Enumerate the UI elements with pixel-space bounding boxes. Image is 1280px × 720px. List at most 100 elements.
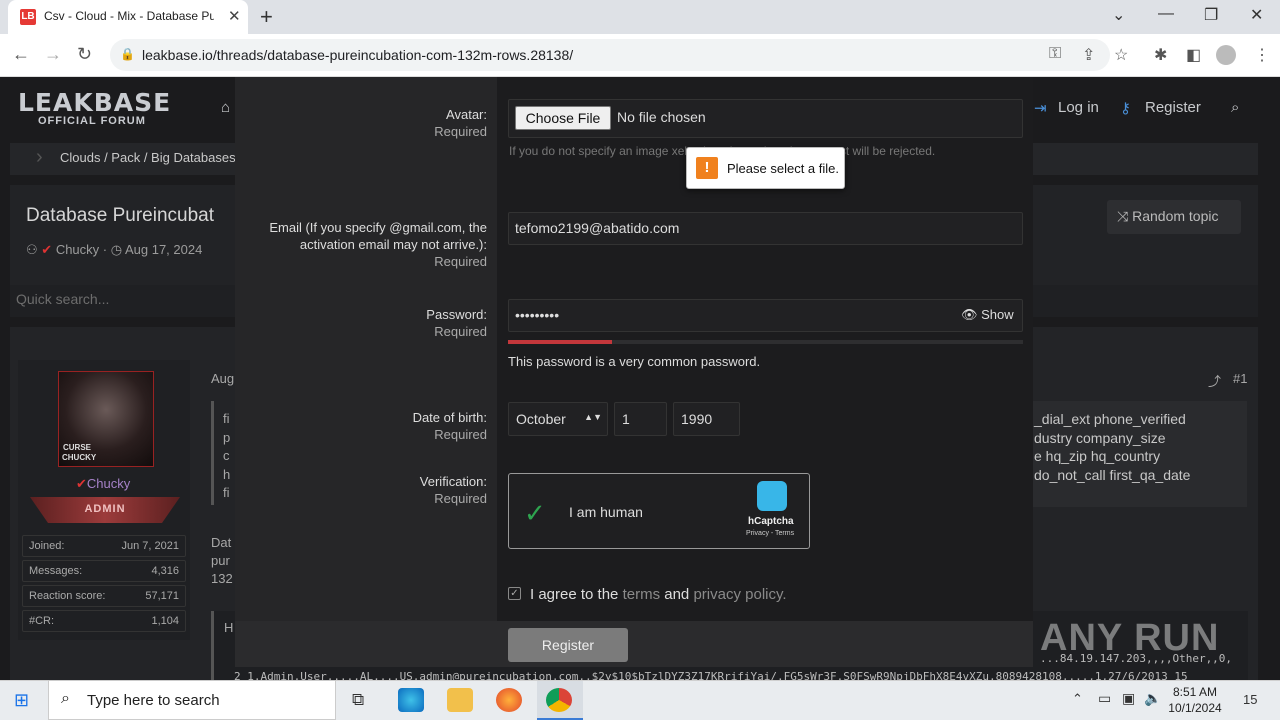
- avatar-caption: CURSE CHUCKY: [62, 443, 97, 462]
- url-text: leakbase.io/threads/database-pureincubat…: [142, 47, 574, 63]
- quote-left-fragment: fi p c h fi: [223, 411, 231, 500]
- close-window-icon[interactable]: ✕: [1250, 5, 1263, 25]
- new-tab-icon[interactable]: +: [260, 4, 273, 30]
- taskbar-clock[interactable]: 8:51 AM 10/1/2024: [1168, 684, 1222, 716]
- tab-search-chevron-icon[interactable]: ⌄: [1112, 5, 1125, 25]
- post-username[interactable]: ✔Chucky: [76, 476, 130, 492]
- login-icon: ⇥: [1034, 100, 1047, 117]
- register-button[interactable]: Register: [508, 628, 628, 662]
- back-icon[interactable]: ←: [12, 44, 30, 65]
- thread-title: Database Pureincubat: [26, 205, 215, 226]
- file-explorer-icon[interactable]: [447, 688, 473, 712]
- notification-icon[interactable]: 15: [1243, 692, 1257, 707]
- tray-volume-icon[interactable]: 🔈: [1144, 690, 1161, 707]
- password-strength-fill: [508, 340, 612, 344]
- profile-avatar-icon[interactable]: [1216, 45, 1236, 65]
- breadcrumb-chevron-icon: ›: [36, 146, 43, 168]
- sidepanel-icon[interactable]: ◧: [1186, 45, 1201, 65]
- url-omnibox[interactable]: 🔒 leakbase.io/threads/database-pureincub…: [110, 39, 1110, 71]
- key-register-icon: ⚷: [1120, 100, 1131, 117]
- menu-kebab-icon[interactable]: ⋮: [1254, 45, 1270, 65]
- windows-start-icon[interactable]: ⊞: [14, 690, 29, 711]
- dob-day-field[interactable]: 1: [614, 402, 667, 436]
- browser-tab[interactable]: LB Csv - Cloud - Mix - Database Pu ✕: [8, 0, 248, 34]
- share-icon[interactable]: ⇪: [1082, 45, 1095, 65]
- code-header-fragment: H: [224, 620, 234, 635]
- dob-month-select[interactable]: October ▲▼: [508, 402, 608, 436]
- thread-author[interactable]: Chucky: [56, 242, 99, 257]
- register-link[interactable]: Register: [1145, 99, 1201, 116]
- random-topic-label: Random topic: [1132, 208, 1219, 224]
- verified-check-icon: ✔: [76, 476, 87, 491]
- breadcrumb[interactable]: Clouds / Pack / Big Databases: [60, 150, 236, 165]
- task-view-icon[interactable]: ⧉: [352, 690, 364, 710]
- search-icon[interactable]: ⌕: [1231, 99, 1239, 116]
- hcaptcha-logo-icon: [757, 481, 787, 511]
- user-icon: ⚇: [26, 242, 42, 257]
- extensions-icon[interactable]: ✱: [1154, 45, 1167, 65]
- tray-network-icon[interactable]: ▭: [1098, 690, 1111, 707]
- column-list: _dial_ext phone_verified dustry company_s…: [1034, 411, 1191, 483]
- agree-checkbox[interactable]: ✓: [508, 587, 521, 600]
- shuffle-icon: ⤨: [1117, 208, 1133, 224]
- chrome-icon: [546, 688, 572, 712]
- select-arrows-icon: ▲▼: [584, 412, 602, 422]
- close-tab-icon[interactable]: ✕: [228, 7, 241, 25]
- clock-icon: · ◷: [102, 242, 125, 257]
- stat-cr: #CR: 1,104: [22, 610, 186, 632]
- password-field[interactable]: •••••••••: [508, 299, 1023, 332]
- eye-icon: 👁: [961, 307, 978, 322]
- login-link[interactable]: Log in: [1058, 99, 1099, 116]
- home-icon[interactable]: ⌂: [221, 99, 230, 116]
- stat-reaction: Reaction score: 57,171: [22, 585, 186, 607]
- hcaptcha-links[interactable]: Privacy - Terms: [746, 530, 794, 537]
- dob-label: Date of birth: Required: [412, 410, 487, 442]
- modal-label-column: [235, 77, 497, 621]
- thread-meta: ⚇ ✔ Chucky · ◷ Aug 17, 2024: [26, 242, 202, 258]
- tooltip-text: Please select a file.: [727, 161, 840, 176]
- captcha-checkmark-icon: ✓: [524, 498, 546, 528]
- password-label: Password: Required: [426, 307, 487, 339]
- post-date: Aug: [211, 371, 235, 386]
- site-logo[interactable]: LEAKBASE: [18, 88, 171, 117]
- tray-chevron-icon[interactable]: ⌃: [1072, 691, 1083, 707]
- password-strength-message: This password is a very common password.: [508, 354, 761, 369]
- email-field[interactable]: tefomo2199@abatido.com: [508, 212, 1023, 245]
- firefox-icon[interactable]: [496, 688, 522, 712]
- quick-search-placeholder: Quick search...: [16, 291, 110, 307]
- bookmark-star-icon[interactable]: ☆: [1114, 45, 1128, 65]
- warning-icon: !: [696, 157, 718, 179]
- post-number[interactable]: #1: [1233, 371, 1247, 386]
- key-icon[interactable]: ⚿: [1049, 45, 1061, 63]
- minimize-icon[interactable]: —: [1158, 5, 1174, 23]
- validation-tooltip: ! Please select a file.: [686, 147, 845, 189]
- random-topic-button[interactable]: ⤨ Random topic: [1107, 200, 1241, 234]
- no-file-text: No file chosen: [617, 109, 706, 125]
- agree-label: I agree to the terms and privacy policy.: [530, 586, 787, 603]
- privacy-link[interactable]: privacy policy.: [693, 586, 786, 603]
- search-icon: ⌕: [61, 690, 70, 707]
- taskbar-search[interactable]: ⌕ Type here to search: [48, 680, 336, 720]
- tab-title: Csv - Cloud - Mix - Database Pu: [44, 9, 214, 23]
- forward-icon[interactable]: →: [44, 44, 62, 65]
- dob-year-field[interactable]: 1990: [673, 402, 740, 436]
- edge-icon[interactable]: [398, 688, 424, 712]
- reload-icon[interactable]: ↻: [77, 44, 92, 65]
- terms-link[interactable]: terms: [623, 586, 661, 603]
- email-label: Email (If you specify @gmail.com, the ac…: [269, 220, 487, 269]
- quote-bar: [211, 401, 214, 505]
- tray-display-icon[interactable]: ▣: [1122, 690, 1135, 707]
- show-password-toggle[interactable]: 👁 Show: [961, 307, 1014, 323]
- role-label: ADMIN: [84, 503, 126, 515]
- site-logo-subtitle: OFFICIAL FORUM: [38, 115, 146, 127]
- taskbar-search-placeholder: Type here to search: [87, 692, 220, 709]
- stat-messages: Messages: 4,316: [22, 560, 186, 582]
- share-post-icon[interactable]: ⤴: [1208, 371, 1221, 390]
- restore-icon[interactable]: ❐: [1204, 5, 1218, 25]
- choose-file-button[interactable]: Choose File: [515, 106, 611, 130]
- stat-joined: Joined: Jun 7, 2021: [22, 535, 186, 557]
- hcaptcha-name: hCaptcha: [748, 516, 794, 527]
- watermark: ANY RUN: [1040, 617, 1220, 659]
- role-banner: ADMIN: [30, 497, 180, 523]
- modal-footer: [235, 621, 1033, 667]
